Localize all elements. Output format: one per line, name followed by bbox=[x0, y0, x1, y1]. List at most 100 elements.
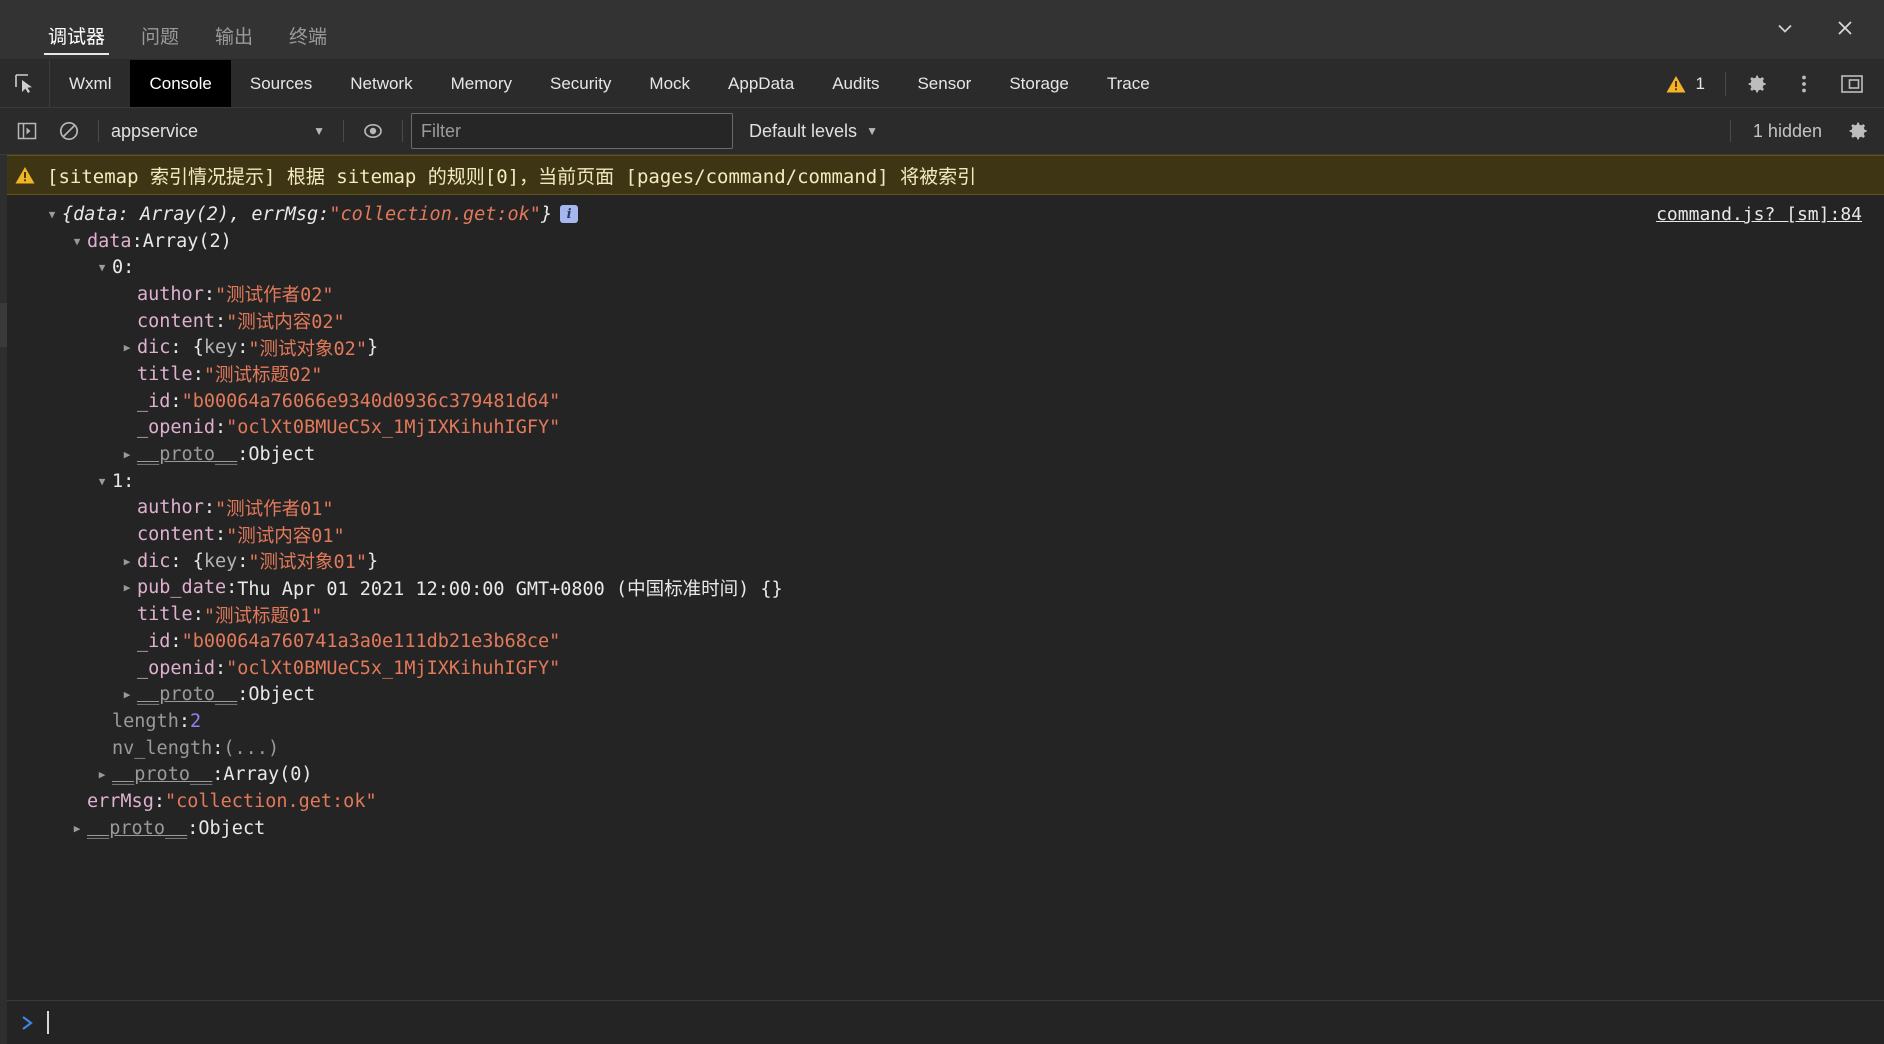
tree-token: title bbox=[137, 363, 193, 385]
object-tree-row[interactable]: content: "测试内容01" bbox=[0, 521, 1884, 548]
search-input[interactable] bbox=[411, 113, 733, 149]
chevron-right-icon[interactable]: ▶ bbox=[119, 581, 135, 594]
tree-token: _openid bbox=[137, 657, 215, 679]
inspect-element-icon[interactable] bbox=[0, 60, 50, 107]
window-title-bar: 调试器 问题 输出 终端 bbox=[0, 0, 1884, 60]
object-tree-row[interactable]: title: "测试标题02" bbox=[0, 361, 1884, 388]
warning-count-text: 1 bbox=[1695, 73, 1705, 93]
tree-token: "b00064a76066e9340d0936c379481d64" bbox=[181, 390, 561, 412]
tree-token: key bbox=[203, 337, 238, 359]
object-tree-row[interactable]: ▼ data: Array(2) bbox=[0, 228, 1884, 255]
object-tree-row[interactable]: author: "测试作者02" bbox=[0, 281, 1884, 308]
chevron-right-icon[interactable]: ▶ bbox=[119, 341, 135, 354]
object-tree-row[interactable]: _id: "b00064a76066e9340d0936c379481d64" bbox=[0, 388, 1884, 415]
tree-token: __proto__ bbox=[137, 684, 238, 706]
tab-sensor[interactable]: Sensor bbox=[898, 60, 990, 107]
object-tree-row[interactable]: ▶ __proto__: Object bbox=[0, 441, 1884, 468]
chevron-down-icon[interactable] bbox=[1764, 10, 1806, 46]
prompt-text-cursor[interactable] bbox=[47, 1011, 49, 1034]
toolbar-divider bbox=[343, 120, 344, 142]
chevron-right-icon[interactable]: ▶ bbox=[119, 555, 135, 568]
console-prompt-row[interactable] bbox=[7, 1000, 1884, 1044]
panel-tab-3[interactable]: 终端 bbox=[271, 28, 345, 59]
tree-token: Array(2) bbox=[142, 230, 232, 252]
object-tree-row[interactable]: _openid: "oclXt0BMUeC5x_1MjIXKihuhIGFY" bbox=[0, 655, 1884, 682]
object-tree-row[interactable]: length: 2 bbox=[0, 708, 1884, 735]
execution-context-select[interactable]: appservice ▼ bbox=[107, 114, 335, 148]
object-tree-row[interactable]: author: "测试作者01" bbox=[0, 495, 1884, 522]
tree-token: "测试内容01" bbox=[226, 525, 345, 547]
tree-token: dic bbox=[137, 550, 171, 572]
console-toolbar: appservice ▼ Default levels ▼ 1 hidden bbox=[0, 108, 1884, 155]
object-tree-row[interactable]: ▶ __proto__: Object bbox=[0, 681, 1884, 708]
tree-token: key bbox=[203, 550, 238, 572]
tree-token: "测试作者02" bbox=[214, 285, 334, 307]
console-message-area[interactable]: [sitemap 索引情况提示] 根据 sitemap 的规则[0]，当前页面 … bbox=[0, 155, 1884, 1044]
panel-tab-1[interactable]: 问题 bbox=[123, 28, 197, 59]
warning-count-badge[interactable]: 1 bbox=[1651, 73, 1719, 95]
tab-security[interactable]: Security bbox=[531, 60, 630, 107]
object-tree-row[interactable]: ▶ pub_date: Thu Apr 01 2021 12:00:00 GMT+… bbox=[0, 575, 1884, 602]
tab-memory[interactable]: Memory bbox=[432, 60, 531, 107]
chevron-right-icon[interactable]: ▶ bbox=[69, 822, 85, 835]
tree-token: author bbox=[137, 283, 204, 305]
chevron-down-icon[interactable]: ▼ bbox=[94, 261, 110, 274]
object-tree-row[interactable]: ▶ __proto__: Object bbox=[0, 815, 1884, 842]
log-source-link[interactable]: command.js? [sm]:84 bbox=[1656, 204, 1862, 225]
log-level-label: Default levels bbox=[749, 120, 858, 141]
tab-trace[interactable]: Trace bbox=[1088, 60, 1169, 107]
live-expression-icon[interactable] bbox=[352, 110, 394, 152]
object-tree-row[interactable]: ▼ {data: Array(2), errMsg: "collection.ge… bbox=[0, 201, 1884, 228]
toolbar-divider bbox=[402, 120, 403, 142]
close-icon[interactable] bbox=[1824, 10, 1866, 46]
console-settings-gear-icon[interactable] bbox=[1836, 110, 1878, 152]
object-tree-row[interactable]: ▶ __proto__: Array(0) bbox=[0, 761, 1884, 788]
tab-console[interactable]: Console bbox=[130, 60, 231, 107]
tree-token: 0 bbox=[112, 257, 124, 279]
object-tree-row[interactable]: ▼ 0: bbox=[0, 254, 1884, 281]
chevron-right-icon[interactable]: ▶ bbox=[94, 768, 110, 781]
chevron-right-icon[interactable]: ▶ bbox=[119, 688, 135, 701]
dock-panel-icon[interactable] bbox=[1828, 60, 1876, 108]
tab-mock[interactable]: Mock bbox=[630, 60, 709, 107]
object-tree[interactable]: ▼ {data: Array(2), errMsg: "collection.ge… bbox=[0, 201, 1884, 842]
show-console-sidebar-icon[interactable] bbox=[6, 110, 48, 152]
tree-token: nv_length bbox=[112, 737, 213, 759]
object-tree-row[interactable]: content: "测试内容02" bbox=[0, 308, 1884, 335]
object-tree-row[interactable]: ▶ dic: {key: "测试对象01"} bbox=[0, 548, 1884, 575]
tree-token: : { bbox=[170, 337, 204, 359]
object-tree-row[interactable]: ▶ dic: {key: "测试对象02"} bbox=[0, 334, 1884, 361]
chevron-down-icon[interactable]: ▼ bbox=[44, 208, 60, 221]
tab-network[interactable]: Network bbox=[331, 60, 431, 107]
object-tree-row[interactable]: title: "测试标题01" bbox=[0, 601, 1884, 628]
tab-audits[interactable]: Audits bbox=[813, 60, 898, 107]
devtools-tab-actions: 1 bbox=[1651, 60, 1884, 107]
tree-token: : bbox=[187, 817, 199, 839]
hidden-messages-count: 1 hidden bbox=[1752, 120, 1822, 141]
prompt-caret-icon bbox=[21, 1015, 35, 1031]
log-level-select[interactable]: Default levels ▼ bbox=[749, 121, 878, 142]
gear-icon[interactable] bbox=[1732, 60, 1780, 108]
panel-tab-2[interactable]: 输出 bbox=[197, 28, 271, 59]
clear-console-icon[interactable] bbox=[48, 110, 90, 152]
object-tree-row[interactable]: ▼ 1: bbox=[0, 468, 1884, 495]
toolbar-divider bbox=[1725, 71, 1726, 96]
object-tree-row[interactable]: errMsg: "collection.get:ok" bbox=[0, 788, 1884, 815]
tab-wxml[interactable]: Wxml bbox=[50, 60, 130, 107]
chevron-down-icon[interactable]: ▼ bbox=[69, 235, 85, 248]
object-tree-row[interactable]: _id: "b00064a760741a3a0e111db21e3b68ce" bbox=[0, 628, 1884, 655]
object-tree-row[interactable]: _openid: "oclXt0BMUeC5x_1MjIXKihuhIGFY" bbox=[0, 415, 1884, 442]
tab-appdata[interactable]: AppData bbox=[709, 60, 813, 107]
chevron-down-icon[interactable]: ▼ bbox=[94, 475, 110, 488]
panel-tab-0[interactable]: 调试器 bbox=[30, 28, 123, 59]
chevron-right-icon[interactable]: ▶ bbox=[119, 448, 135, 461]
execution-context-label: appservice bbox=[111, 120, 199, 141]
tree-token: "测试对象02" bbox=[248, 338, 367, 360]
console-warning-message[interactable]: [sitemap 索引情况提示] 根据 sitemap 的规则[0]，当前页面 … bbox=[0, 155, 1884, 195]
tab-storage[interactable]: Storage bbox=[990, 60, 1088, 107]
tab-sources[interactable]: Sources bbox=[231, 60, 331, 107]
info-badge-icon[interactable]: i bbox=[560, 205, 579, 224]
console-log-entry[interactable]: command.js? [sm]:84 ▼ {data: Array(2), er… bbox=[0, 195, 1884, 842]
kebab-menu-icon[interactable] bbox=[1780, 60, 1828, 108]
object-tree-row[interactable]: nv_length: (...) bbox=[0, 735, 1884, 762]
